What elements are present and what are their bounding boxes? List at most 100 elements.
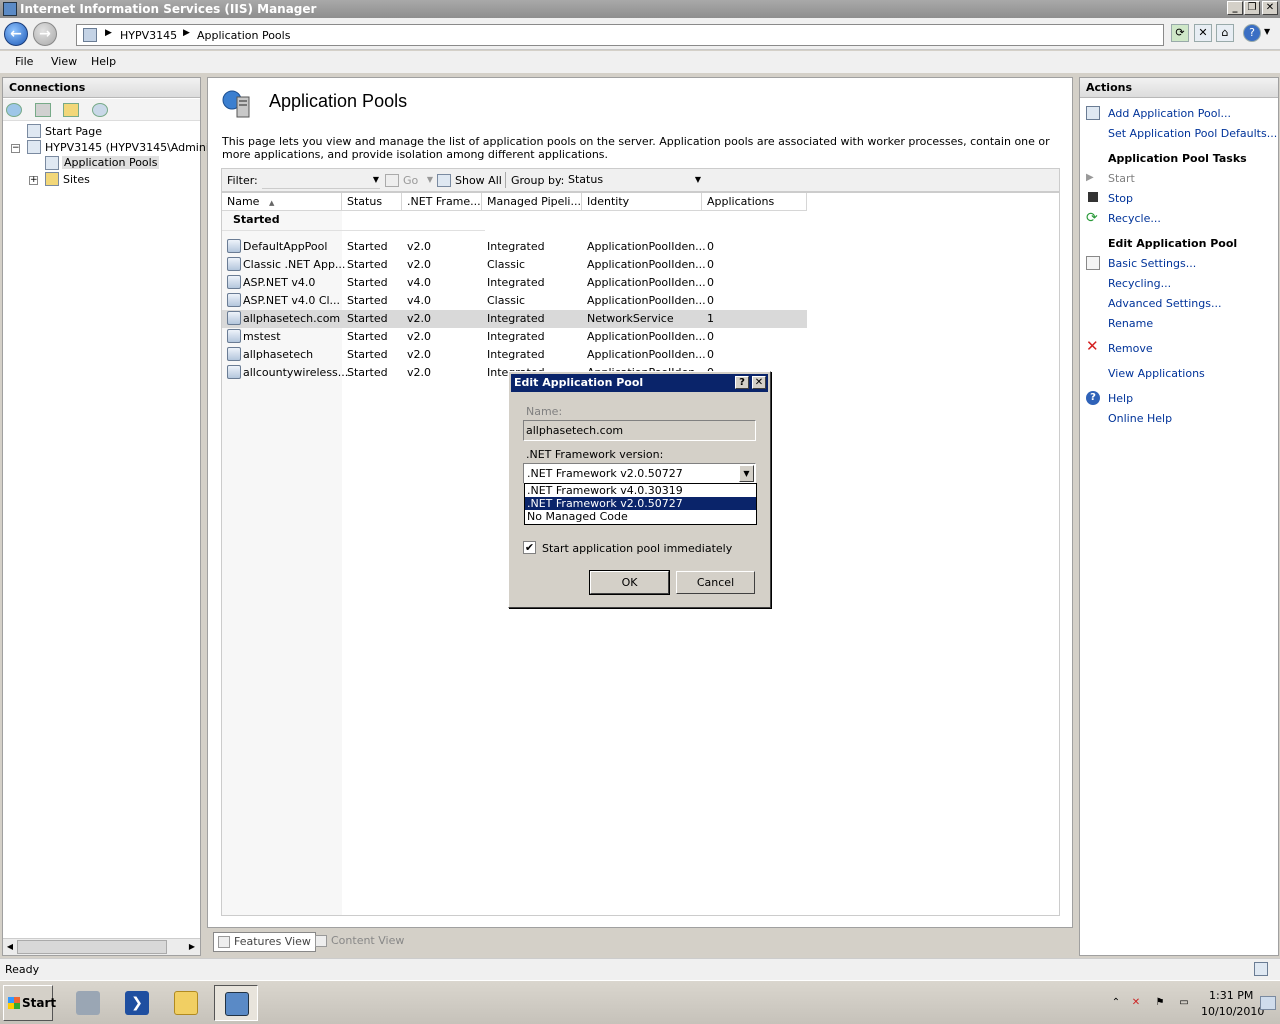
table-row[interactable]: mstest Started v2.0 Integrated ApplicationPo… <box>222 328 807 346</box>
tab-features-view[interactable]: Features View <box>213 932 316 952</box>
maximize-button[interactable]: ❐ <box>1244 1 1260 15</box>
taskbar-explorer[interactable] <box>164 985 208 1021</box>
column-name-label: Name <box>227 195 260 208</box>
net-framework-option[interactable]: .NET Framework v2.0.50727 <box>525 497 756 510</box>
home-icon[interactable]: ⌂ <box>1216 24 1234 42</box>
app-pool-icon <box>227 365 241 379</box>
action-center-flag-icon[interactable]: ⚑ <box>1153 996 1167 1010</box>
horizontal-scrollbar[interactable]: ◀ ▶ <box>3 938 200 955</box>
table-row[interactable]: DefaultAppPool Started v2.0 Integrated Appli… <box>222 238 807 256</box>
column-header-identity[interactable]: Identity <box>582 193 702 211</box>
advanced-settings-link[interactable]: Advanced Settings... <box>1108 297 1221 310</box>
recycle-link[interactable]: Recycle... <box>1108 212 1161 225</box>
stop-icon[interactable]: ✕ <box>1194 24 1212 42</box>
table-row[interactable]: allphasetech Started v2.0 Integrated Applica… <box>222 346 807 364</box>
tab-content-view[interactable]: Content View <box>311 932 408 952</box>
online-help-link[interactable]: Online Help <box>1108 412 1172 425</box>
collapse-server-icon[interactable]: − <box>11 144 20 153</box>
net-framework-option[interactable]: .NET Framework v4.0.30319 <box>525 484 756 497</box>
clock-date[interactable]: 10/10/2010 <box>1201 1005 1264 1018</box>
cell-net-framework: v2.0 <box>407 258 432 271</box>
tree-application-pools[interactable]: Application Pools <box>62 156 160 169</box>
chevron-down-icon[interactable]: ▼ <box>739 465 754 482</box>
table-row[interactable]: ASP.NET v4.0 Cl... Started v4.0 Classic Appl… <box>222 292 807 310</box>
status-text: Ready <box>5 963 40 976</box>
taskbar-server-manager[interactable] <box>66 985 110 1021</box>
go-button[interactable]: Go <box>385 174 418 187</box>
table-row[interactable]: Classic .NET App... Started v2.0 Classic App… <box>222 256 807 274</box>
show-hidden-icons[interactable]: ⌃ <box>1109 996 1123 1010</box>
basic-settings-icon <box>1086 256 1100 270</box>
network-icon[interactable]: ▭ <box>1177 996 1191 1010</box>
start-link[interactable]: Start <box>1108 172 1135 185</box>
start-button[interactable]: Start <box>3 985 56 1021</box>
cell-identity: NetworkService <box>587 312 674 325</box>
close-window-button[interactable]: ✕ <box>1262 1 1278 15</box>
view-applications-link[interactable]: View Applications <box>1108 367 1205 380</box>
cancel-button[interactable]: Cancel <box>676 571 755 594</box>
menu-help[interactable]: Help <box>91 55 116 68</box>
column-header-managed-pipeline[interactable]: Managed Pipeli... <box>482 193 582 211</box>
cell-name: mstest <box>243 330 281 343</box>
back-button[interactable]: ← <box>4 22 28 46</box>
table-row[interactable]: ASP.NET v4.0 Started v4.0 Integrated Applica… <box>222 274 807 292</box>
dialog-help-button[interactable]: ? <box>735 376 749 389</box>
taskbar-iis-manager[interactable] <box>214 985 258 1021</box>
breadcrumb[interactable]: ▶ HYPV3145 ▶ Application Pools <box>76 24 1164 46</box>
group-by-dropdown-icon[interactable]: ▼ <box>693 171 703 189</box>
features-view-label: Features View <box>234 935 311 948</box>
breadcrumb-server[interactable]: HYPV3145 <box>120 29 177 42</box>
help-icon[interactable]: ? <box>1243 24 1261 42</box>
scroll-left-icon[interactable]: ◀ <box>4 941 16 953</box>
tree-sites[interactable]: Sites <box>63 173 90 186</box>
network-warning-icon[interactable]: ✕ <box>1129 996 1143 1010</box>
minimize-button[interactable]: _ <box>1227 1 1243 15</box>
server-icon <box>83 28 97 42</box>
menu-file[interactable]: File <box>15 55 33 68</box>
up-folder-icon[interactable] <box>63 103 79 117</box>
clock-time[interactable]: 1:31 PM <box>1209 989 1253 1002</box>
net-framework-option[interactable]: No Managed Code <box>525 510 756 523</box>
filter-input[interactable] <box>262 171 380 189</box>
forward-button[interactable]: → <box>33 22 57 46</box>
column-header-name[interactable]: Name ▲ <box>222 193 342 211</box>
menu-view[interactable]: View <box>51 55 77 68</box>
net-framework-select[interactable]: .NET Framework v2.0.50727 ▼ <box>523 463 756 484</box>
help-link[interactable]: Help <box>1108 392 1133 405</box>
cell-status: Started <box>347 330 388 343</box>
filter-dropdown-icon[interactable]: ▼ <box>371 171 381 189</box>
taskbar-powershell[interactable]: ❯ <box>115 985 159 1021</box>
column-header-status[interactable]: Status <box>342 193 402 211</box>
chevron-down-icon[interactable]: ▼ <box>1264 27 1270 36</box>
tree-server[interactable]: HYPV3145 (HYPV3145\Administra <box>45 141 230 154</box>
scroll-right-icon[interactable]: ▶ <box>186 941 198 953</box>
save-icon[interactable] <box>35 103 51 117</box>
dialog-title: Edit Application Pool <box>514 376 644 389</box>
add-app-pool-link[interactable]: Add Application Pool... <box>1108 107 1231 120</box>
ok-button[interactable]: OK <box>589 570 670 595</box>
group-by-select[interactable]: Status <box>565 171 705 189</box>
breadcrumb-app-pools[interactable]: Application Pools <box>197 29 290 42</box>
disconnect-icon[interactable] <box>92 103 108 117</box>
column-header-net-framework[interactable]: .NET Frame... <box>402 193 482 211</box>
recycling-link[interactable]: Recycling... <box>1108 277 1171 290</box>
remove-link[interactable]: Remove <box>1108 342 1153 355</box>
table-row[interactable]: allphasetech.com Started v2.0 Integrated Net… <box>222 310 807 328</box>
set-defaults-link[interactable]: Set Application Pool Defaults... <box>1108 127 1277 140</box>
expand-sites-icon[interactable]: + <box>29 176 38 185</box>
basic-settings-link[interactable]: Basic Settings... <box>1108 257 1196 270</box>
start-immediately-label[interactable]: Start application pool immediately <box>542 542 732 555</box>
go-dropdown-icon[interactable]: ▼ <box>425 171 435 189</box>
show-all-button[interactable]: Show All <box>437 174 502 187</box>
column-header-applications[interactable]: Applications <box>702 193 807 211</box>
rename-link[interactable]: Rename <box>1108 317 1153 330</box>
show-desktop-button[interactable] <box>1260 996 1276 1010</box>
tree-start-page[interactable]: Start Page <box>45 125 102 138</box>
refresh-icon[interactable]: ⟳ <box>1171 24 1189 42</box>
cell-net-framework: v2.0 <box>407 366 432 379</box>
dialog-close-button[interactable]: ✕ <box>752 376 766 389</box>
start-immediately-checkbox[interactable]: ✔ <box>523 541 536 554</box>
scroll-thumb[interactable] <box>17 940 167 954</box>
stop-link[interactable]: Stop <box>1108 192 1133 205</box>
connect-icon[interactable] <box>6 103 22 117</box>
